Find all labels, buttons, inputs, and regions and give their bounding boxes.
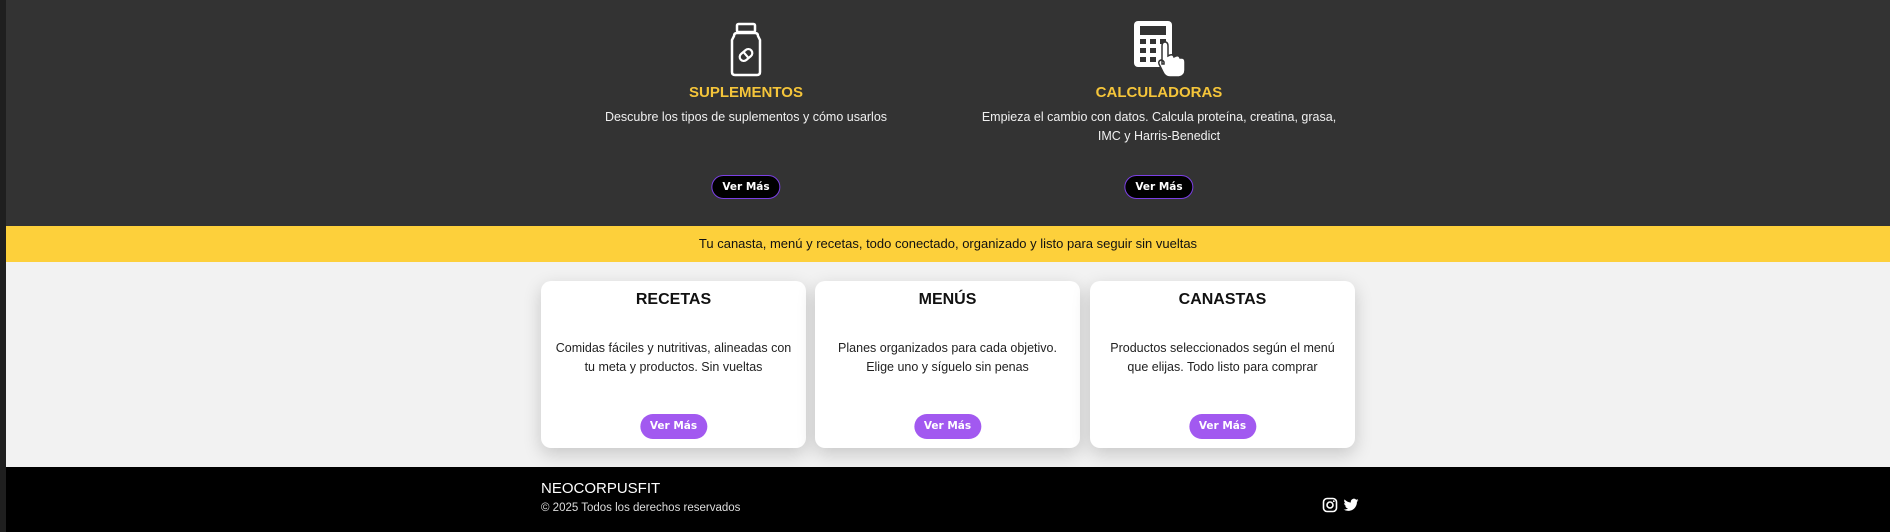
footer-copyright: © 2025 Todos los derechos reservados	[541, 502, 741, 514]
features-section: SUPLEMENTOS Descubre los tipos de suplem…	[6, 0, 1890, 226]
instagram-icon[interactable]	[1322, 497, 1338, 513]
calculator-hand-icon	[1132, 20, 1186, 78]
ver-mas-button[interactable]: Ver Más	[1124, 175, 1194, 199]
feature-description: Descubre los tipos de suplementos y cómo…	[604, 110, 888, 124]
twitter-icon[interactable]	[1343, 497, 1359, 513]
card-menus: MENÚS Planes organizados para cada objet…	[815, 281, 1080, 448]
ver-mas-button[interactable]: Ver Más	[711, 175, 781, 199]
promo-banner: Tu canasta, menú y recetas, todo conecta…	[6, 226, 1890, 262]
social-links	[1322, 497, 1359, 513]
supplement-jar-icon	[726, 22, 766, 78]
card-recetas: RECETAS Comidas fáciles y nutritivas, al…	[541, 281, 806, 448]
ver-mas-button[interactable]: Ver Más	[639, 414, 708, 439]
feature-title: CALCULADORAS	[1095, 84, 1223, 101]
card-canastas: CANASTAS Productos seleccionados según e…	[1090, 281, 1355, 448]
card-title: CANASTAS	[1178, 291, 1267, 308]
window-left-edge	[0, 0, 6, 532]
footer-brand: NEOCORPUSFIT	[541, 480, 661, 497]
card-title: RECETAS	[635, 291, 712, 308]
card-title: MENÚS	[918, 291, 977, 308]
site-footer: NEOCORPUSFIT © 2025 Todos los derechos r…	[6, 467, 1890, 532]
ver-mas-button[interactable]: Ver Más	[1188, 414, 1257, 439]
card-description: Comidas fáciles y nutritivas, alineadas …	[555, 341, 792, 374]
feature-title: SUPLEMENTOS	[689, 84, 803, 101]
card-description: Productos seleccionados según el menú qu…	[1110, 341, 1335, 374]
feature-description: Empieza el cambio con datos. Calcula pro…	[981, 110, 1337, 143]
ver-mas-button[interactable]: Ver Más	[913, 414, 982, 439]
card-description: Planes organizados para cada objetivo. E…	[838, 341, 1057, 374]
